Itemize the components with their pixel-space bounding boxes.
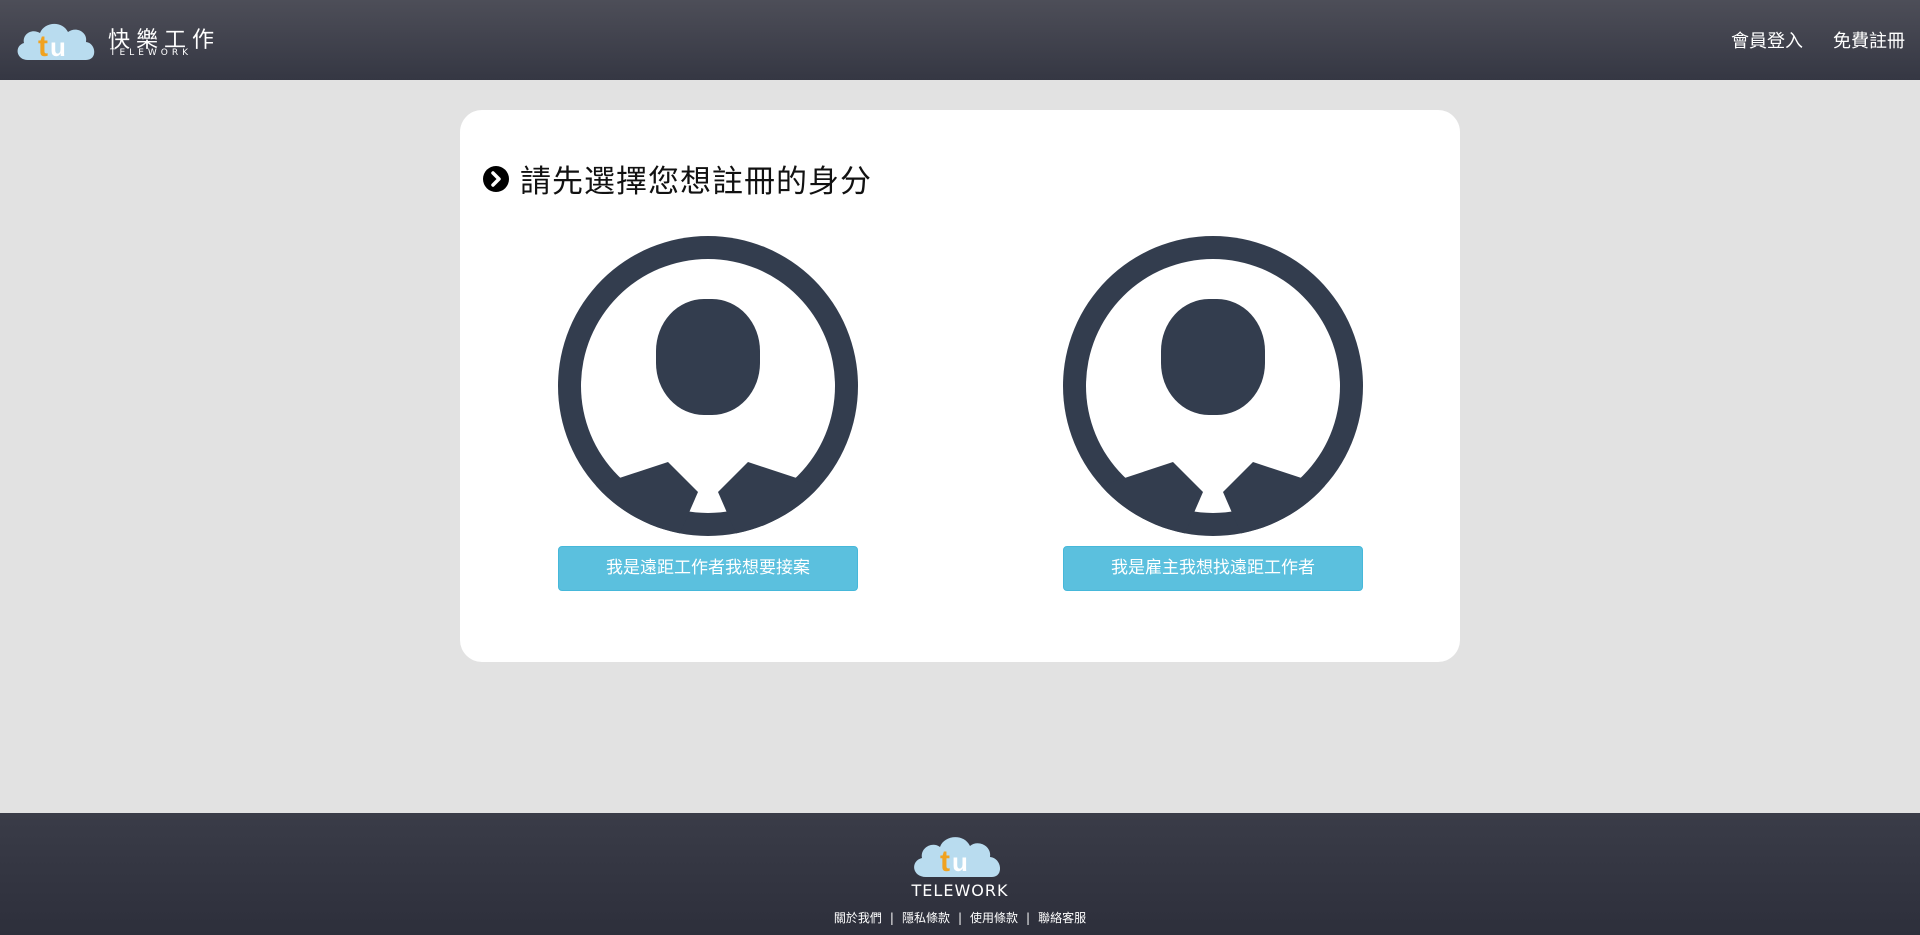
footer-link-about[interactable]: 關於我們 [834,911,882,925]
employer-register-button[interactable]: 我是雇主我想找遠距工作者 [1063,546,1363,591]
user-avatar-icon[interactable] [1063,235,1363,538]
logo-subtitle: TELEWORK [110,48,193,58]
footer-links: 關於我們 | 隱私條款 | 使用條款 | 聯絡客服 [0,909,1920,926]
worker-choice: 我是遠距工作者我想要接案 [558,235,858,591]
worker-register-button[interactable]: 我是遠距工作者我想要接案 [558,546,858,591]
employer-choice: 我是雇主我想找遠距工作者 [1063,235,1363,591]
register-link[interactable]: 免費註冊 [1833,27,1905,53]
site-logo[interactable]: t u 快樂工作 TELEWORK [14,16,214,64]
footer-link-privacy[interactable]: 隱私條款 [902,911,950,925]
role-selection-card: 請先選擇您想註冊的身分 我是遠距工作者我想要接案 我是雇主我想找遠距工作者 [460,110,1460,662]
svg-text:u: u [952,847,968,877]
page-title-row: 請先選擇您想註冊的身分 [482,156,872,201]
cloud-logo-icon: t u [17,23,95,63]
site-header: t u 快樂工作 TELEWORK 會員登入 免費註冊 [0,0,1920,80]
login-link[interactable]: 會員登入 [1731,27,1803,53]
chevron-right-circle-icon [483,165,509,192]
svg-text:t: t [38,30,48,63]
site-footer: t u TELEWORK 關於我們 | 隱私條款 | 使用條款 | 聯絡客服 [0,813,1920,935]
footer-link-contact[interactable]: 聯絡客服 [1038,911,1086,925]
footer-brand: TELEWORK [911,881,1009,900]
footer-separator: | [957,911,963,925]
page-title: 請先選擇您想註冊的身分 [520,164,872,200]
svg-text:u: u [50,32,66,62]
footer-separator: | [889,911,894,925]
footer-separator: | [1026,911,1031,925]
header-nav: 會員登入 免費註冊 [1701,27,1905,53]
footer-link-terms[interactable]: 使用條款 [970,911,1018,925]
user-avatar-icon[interactable] [558,235,858,538]
svg-text:t: t [940,845,950,878]
cloud-logo-icon[interactable]: t u [910,831,1010,879]
